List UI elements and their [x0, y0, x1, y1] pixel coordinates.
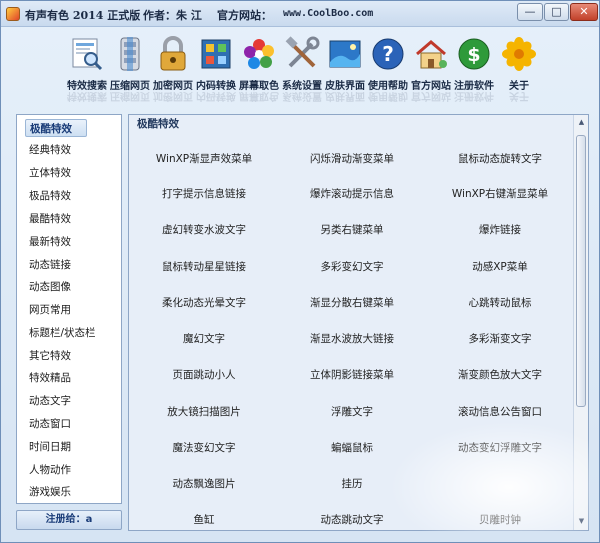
effect-item[interactable]: 页面跳动小人 [129, 367, 279, 382]
effect-item[interactable]: 浮雕文字 [277, 404, 427, 419]
sidebar-item[interactable]: 极品特效 [29, 187, 115, 205]
sidebar-item[interactable]: 动态链接 [29, 256, 115, 274]
sidebar-item[interactable]: 网页常用 [29, 301, 115, 319]
sidebar-item[interactable]: 经典特效 [29, 141, 115, 159]
effect-item[interactable]: WinXP右键渐显菜单 [425, 186, 573, 201]
skin-icon [327, 36, 363, 72]
scroll-down-icon[interactable]: ▼ [577, 517, 586, 526]
effect-item[interactable]: 打字提示信息链接 [129, 186, 279, 201]
title-bar[interactable]: 有声有色 2014 正式版 作者：朱 江 官方网站： www.CoolBoo.c… [1, 1, 599, 27]
site-url: www.CoolBoo.com [283, 8, 374, 19]
sidebar-item[interactable]: 其它特效 [29, 347, 115, 365]
register-label: 注册给：a [45, 514, 93, 525]
sidebar-item[interactable]: 最新特效 [29, 233, 115, 251]
effect-item[interactable]: 魔法变幻文字 [129, 440, 279, 455]
tool-about[interactable]: 关于 关于 [497, 36, 541, 106]
minimize-button[interactable]: — [517, 3, 543, 21]
effect-item[interactable]: 虚幻转变水波文字 [129, 222, 279, 237]
effect-item[interactable]: 鼠标转动星星链接 [129, 259, 279, 274]
category-list[interactable]: 极酷特效 经典特效 立体特效 极品特效 最酷特效 最新特效 动态链接 动态图像 … [16, 114, 122, 504]
sidebar-item[interactable]: 时间日期 [29, 438, 115, 456]
sidebar-item[interactable]: 立体特效 [29, 164, 115, 182]
vertical-scrollbar[interactable]: ▲ ▼ [573, 115, 588, 530]
effect-item[interactable]: 心跳转动鼠标 [425, 295, 573, 310]
effect-item[interactable]: 鱼缸 [129, 512, 279, 527]
app-icon [6, 7, 20, 21]
effect-item[interactable]: 闪烁滑动渐变菜单 [277, 151, 427, 166]
effect-item[interactable]: 渐显水波放大链接 [277, 331, 427, 346]
home-icon [413, 36, 449, 72]
register-status: 注册给：a [16, 510, 122, 530]
effect-item[interactable]: 鼠标动态旋转文字 [425, 151, 573, 166]
effect-item[interactable]: 柔化动态光晕文字 [129, 295, 279, 310]
effect-item[interactable]: WinXP渐显声效菜单 [129, 151, 279, 166]
scroll-up-icon[interactable]: ▲ [577, 118, 586, 127]
effect-item[interactable]: 魔幻文字 [129, 331, 279, 346]
scrollbar-thumb[interactable] [576, 135, 586, 407]
effect-item[interactable]: 动态变幻浮雕文字 [425, 440, 573, 455]
effect-item[interactable]: 蝙蝠鼠标 [277, 440, 427, 455]
sidebar-item[interactable]: 特效精品 [29, 369, 115, 387]
sidebar-item[interactable]: 游戏娱乐 [29, 483, 115, 501]
close-button[interactable]: ✕ [570, 3, 598, 21]
effect-item[interactable]: 爆炸滚动提示信息 [277, 186, 427, 201]
effect-item[interactable]: 挂历 [277, 476, 427, 491]
maximize-button[interactable]: □ [544, 3, 569, 21]
effects-grid: 极酷特效 WinXP渐显声效菜单 闪烁滑动渐变菜单 鼠标动态旋转文字 打字提示信… [129, 115, 573, 530]
effect-item[interactable]: 渐显分散右键菜单 [277, 295, 427, 310]
effect-item[interactable]: 贝雕时钟 [425, 512, 573, 527]
effect-item[interactable]: 动态跳动文字 [277, 512, 427, 527]
compress-icon [112, 36, 148, 72]
effect-item[interactable]: 多彩渐变文字 [425, 331, 573, 346]
svg-text:$: $ [467, 44, 480, 66]
tools-icon [284, 36, 320, 72]
code-convert-icon [198, 36, 234, 72]
effect-item[interactable]: 爆炸链接 [425, 222, 573, 237]
sidebar-item[interactable]: 动态文字 [29, 392, 115, 410]
color-picker-icon [241, 36, 277, 72]
flower-icon [501, 36, 537, 72]
toolbar: 特效搜索 特效搜索 压缩网页 压缩网页 加密网页 加密网页 内码转换 内码转换 … [1, 28, 599, 108]
sidebar-item[interactable]: 极酷特效 [25, 119, 87, 137]
tool-label-reflection: 关于 [509, 90, 529, 101]
effects-panel: 极酷特效 WinXP渐显声效菜单 闪烁滑动渐变菜单 鼠标动态旋转文字 打字提示信… [128, 114, 589, 531]
sidebar-item[interactable]: 动态图像 [29, 278, 115, 296]
author-label: 作者：朱 江 [143, 9, 202, 22]
sidebar-item[interactable]: 动态窗口 [29, 415, 115, 433]
effect-item[interactable]: 多彩变幻文字 [277, 259, 427, 274]
panel-title: 极酷特效 [137, 118, 179, 130]
effect-item[interactable]: 另类右键菜单 [277, 222, 427, 237]
svg-text:?: ? [382, 42, 394, 66]
sidebar-item[interactable]: 人物动作 [29, 461, 115, 479]
tool-register[interactable]: $ 注册软件 注册软件 [452, 36, 496, 106]
help-icon: ? [370, 36, 406, 72]
effect-item[interactable]: 滚动信息公告窗口 [425, 404, 573, 419]
app-window: 有声有色 2014 正式版 作者：朱 江 官方网站： www.CoolBoo.c… [0, 0, 600, 543]
sidebar-item[interactable]: 最酷特效 [29, 210, 115, 228]
search-page-icon [69, 36, 105, 72]
effect-item[interactable]: 动感XP菜单 [425, 259, 573, 274]
effect-item[interactable]: 立体阴影链接菜单 [277, 367, 427, 382]
sidebar-item[interactable]: 标题栏/状态栏 [29, 324, 115, 342]
site-label: 官方网站： [217, 9, 272, 22]
dollar-icon: $ [456, 36, 492, 72]
effect-item[interactable]: 放大镜扫描图片 [129, 404, 279, 419]
effect-item[interactable]: 动态飘逸图片 [129, 476, 279, 491]
effect-item[interactable]: 渐变颜色放大文字 [425, 367, 573, 382]
lock-icon [155, 36, 191, 72]
app-title: 有声有色 2014 正式版 [25, 9, 141, 22]
